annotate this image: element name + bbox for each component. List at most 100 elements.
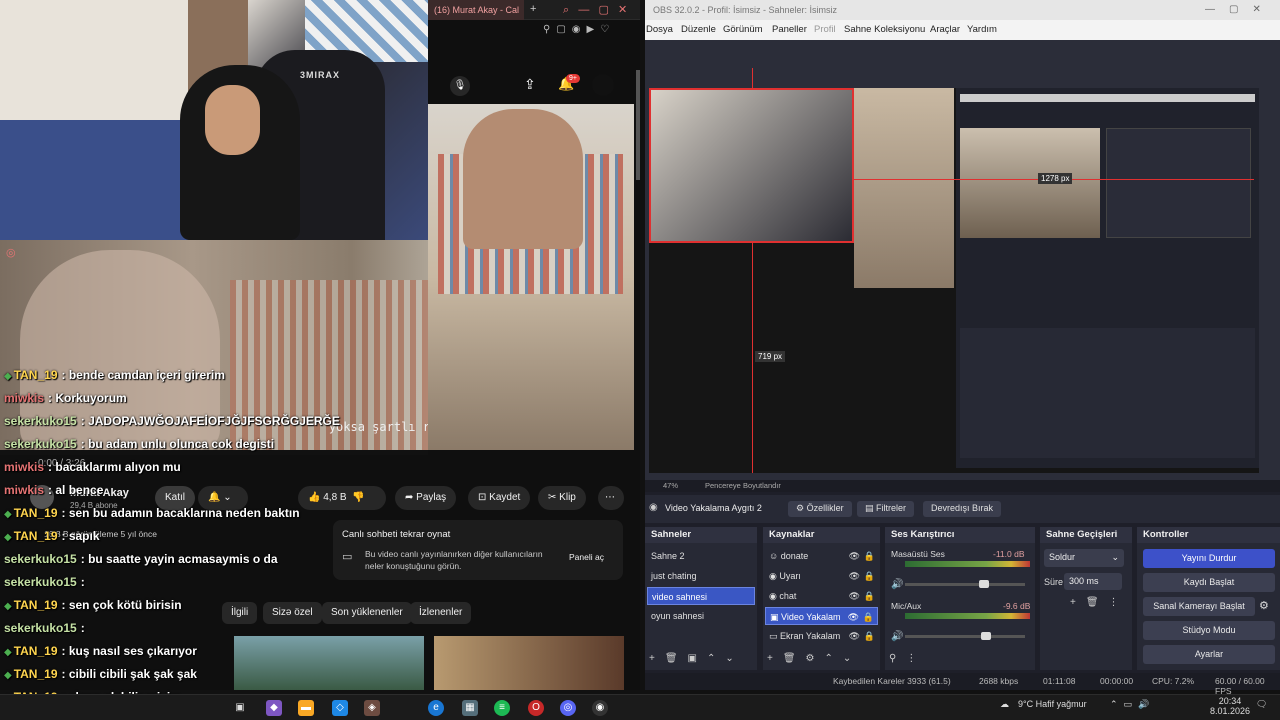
share-button[interactable]: ➦ Paylaş	[395, 486, 457, 510]
menu-profile[interactable]: Profil	[814, 24, 836, 35]
menu-tools[interactable]: Araçlar	[930, 24, 960, 35]
zoom-level[interactable]: 47%	[663, 481, 678, 490]
source-item[interactable]: ▣ Video Yakalam 👁 🔒	[765, 607, 878, 625]
upload-icon[interactable]: ⇪	[524, 76, 536, 93]
task-view-icon[interactable]: ▣	[232, 700, 248, 716]
edge-icon[interactable]: e	[428, 700, 444, 716]
menu-view[interactable]: Görünüm	[723, 24, 763, 35]
obs-taskbar-icon[interactable]: ◉	[592, 700, 608, 716]
speaker-icon[interactable]: 🔊	[891, 579, 903, 590]
window-controls[interactable]: ⌕ — ▢ ✕	[563, 3, 627, 17]
chip-watched[interactable]: İzlenenler	[410, 602, 472, 624]
scene-item[interactable]: Sahne 2	[647, 547, 755, 565]
store-icon[interactable]: ▦	[462, 700, 478, 716]
visibility-eye-icon[interactable]: 👁	[849, 631, 860, 642]
mic-volume-handle[interactable]	[981, 632, 991, 640]
avatar[interactable]	[592, 74, 614, 96]
scene-item[interactable]: oyun sahnesi	[647, 607, 755, 625]
copilot-icon[interactable]: ◆	[266, 700, 282, 716]
studio-mode-button[interactable]: Stüdyo Modu	[1143, 621, 1275, 640]
start-recording-button[interactable]: Kaydı Başlat	[1143, 573, 1275, 592]
source-item[interactable]: ▭ Ekran Yakalam 👁 🔒	[765, 627, 878, 645]
opera-icon[interactable]: O	[528, 700, 544, 716]
mic-volume-slider[interactable]	[905, 635, 1025, 638]
source-item[interactable]: ◉ chat 👁 🔒	[765, 587, 878, 605]
nested-video	[960, 128, 1100, 238]
transition-toolbar[interactable]: +🗑⋮	[1070, 597, 1129, 608]
filters-button[interactable]: ▤ Filtreler	[857, 501, 915, 517]
scene-item[interactable]: just chating	[647, 567, 755, 585]
deactivate-button[interactable]: Devredışı Bırak	[923, 501, 1002, 517]
save-button[interactable]: ⊡ Kaydet	[468, 486, 531, 510]
weather-text[interactable]: 9°C Hafif yağmur	[1018, 699, 1087, 709]
visibility-eye-icon[interactable]: 👁	[848, 612, 859, 623]
menu-help[interactable]: Yardım	[967, 24, 997, 35]
source-toolbar-buttons[interactable]: +🗑⚙⌃⌄	[767, 653, 861, 664]
visibility-eye-icon[interactable]: 👁	[849, 571, 860, 582]
desktop-volume-handle[interactable]	[979, 580, 989, 588]
yt-video-frame[interactable]	[428, 104, 634, 450]
source-item[interactable]: ◉ Uyarı 👁 🔒	[765, 567, 878, 585]
desktop-volume-slider[interactable]	[905, 583, 1025, 586]
scene-item[interactable]: video sahnesi	[647, 587, 755, 605]
menu-scene-collection[interactable]: Sahne Koleksiyonu	[844, 24, 925, 35]
chat-username: miwkis	[4, 483, 45, 497]
menu-edit[interactable]: Düzenle	[681, 24, 716, 35]
chip-for-you[interactable]: Sizə özel	[263, 602, 322, 624]
recommended-thumb-2[interactable]	[434, 636, 624, 690]
share-label: Paylaş	[416, 492, 447, 503]
discord-icon[interactable]: ◎	[560, 700, 576, 716]
lock-icon[interactable]: 🔒	[864, 551, 875, 562]
weather-icon[interactable]: ☁	[1000, 699, 1009, 710]
mic-speaker-icon[interactable]: 🔊	[891, 631, 903, 642]
chat-username: miwkis	[4, 460, 45, 474]
extension-icons[interactable]: ⚲▢◉▶♡	[543, 24, 615, 35]
more-icon[interactable]: ⋯	[598, 486, 624, 510]
gem-icon: ◆	[4, 532, 12, 543]
settings-button[interactable]: Ayarlar	[1143, 645, 1275, 664]
mixer-toolbar[interactable]: ⚲⋮	[889, 653, 926, 664]
properties-button[interactable]: ⚙ Özellikler	[788, 501, 852, 517]
menu-docks[interactable]: Paneller	[772, 24, 807, 35]
visibility-eye-icon[interactable]: 👁	[849, 551, 860, 562]
menu-file[interactable]: Dosya	[646, 24, 673, 35]
virtual-camera-gear-icon[interactable]: ⚙	[1259, 599, 1269, 612]
obs-window-controls[interactable]: —▢✕	[1205, 4, 1275, 15]
lock-icon[interactable]: 🔒	[864, 631, 875, 642]
tray-icons[interactable]: ⌃▭🔊	[1110, 699, 1155, 710]
open-panel-button[interactable]: Paneli aç	[569, 552, 604, 562]
chat-text: :	[80, 621, 85, 635]
lock-icon[interactable]: 🔒	[864, 591, 875, 602]
visibility-eye-icon[interactable]: 👁	[849, 591, 860, 602]
chat-username: sekerkuko15	[4, 552, 77, 566]
chip-recent[interactable]: Son yüklenenler	[322, 602, 412, 624]
guide-line-top	[752, 68, 753, 88]
notification-icon[interactable]: 🗨	[1256, 699, 1267, 710]
selected-source-box[interactable]	[649, 88, 854, 243]
duration-input[interactable]: 300 ms	[1064, 573, 1122, 590]
chat-message: ◆ TAN_19: sapık	[4, 529, 100, 543]
transition-select[interactable]: Soldur ⌄	[1044, 549, 1124, 567]
mic-icon[interactable]: 🎙	[450, 76, 470, 96]
browser-tab[interactable]: (16) Murat Akay - Cal	[428, 0, 524, 20]
app-icon[interactable]: ◇	[332, 700, 348, 716]
scrollbar[interactable]	[636, 70, 640, 180]
game-icon[interactable]: ◈	[364, 700, 380, 716]
clock[interactable]: 20:34 8.01.2026	[1210, 696, 1250, 716]
like-dislike-button[interactable]: 👍 4,8 B 👎	[298, 486, 386, 510]
recommended-thumb-1[interactable]	[234, 636, 424, 690]
lock-icon[interactable]: 🔒	[863, 612, 874, 623]
file-explorer-icon[interactable]: ▬	[298, 700, 314, 716]
settings-icon[interactable]: ◎	[6, 246, 16, 259]
spotify-icon[interactable]: ≡	[494, 700, 510, 716]
lock-icon[interactable]: 🔒	[864, 571, 875, 582]
obs-preview[interactable]: 1278 px 719 px	[645, 40, 1280, 480]
stop-streaming-button[interactable]: Yayını Durdur	[1143, 549, 1275, 568]
scene-toolbar[interactable]: +🗑▣⌃⌄	[649, 653, 744, 664]
virtual-camera-button[interactable]: Sanal Kamerayı Başlat	[1143, 597, 1255, 616]
clip-button[interactable]: ✂ Klip	[538, 486, 586, 510]
obs-menubar: Dosya Düzenle Görünüm Paneller Profil Sa…	[645, 20, 1280, 40]
source-item[interactable]: ☺ donate 👁 🔒	[765, 547, 878, 565]
fit-window[interactable]: Pencereye Boyutlandır	[705, 481, 781, 490]
new-tab-icon[interactable]: +	[530, 3, 536, 15]
